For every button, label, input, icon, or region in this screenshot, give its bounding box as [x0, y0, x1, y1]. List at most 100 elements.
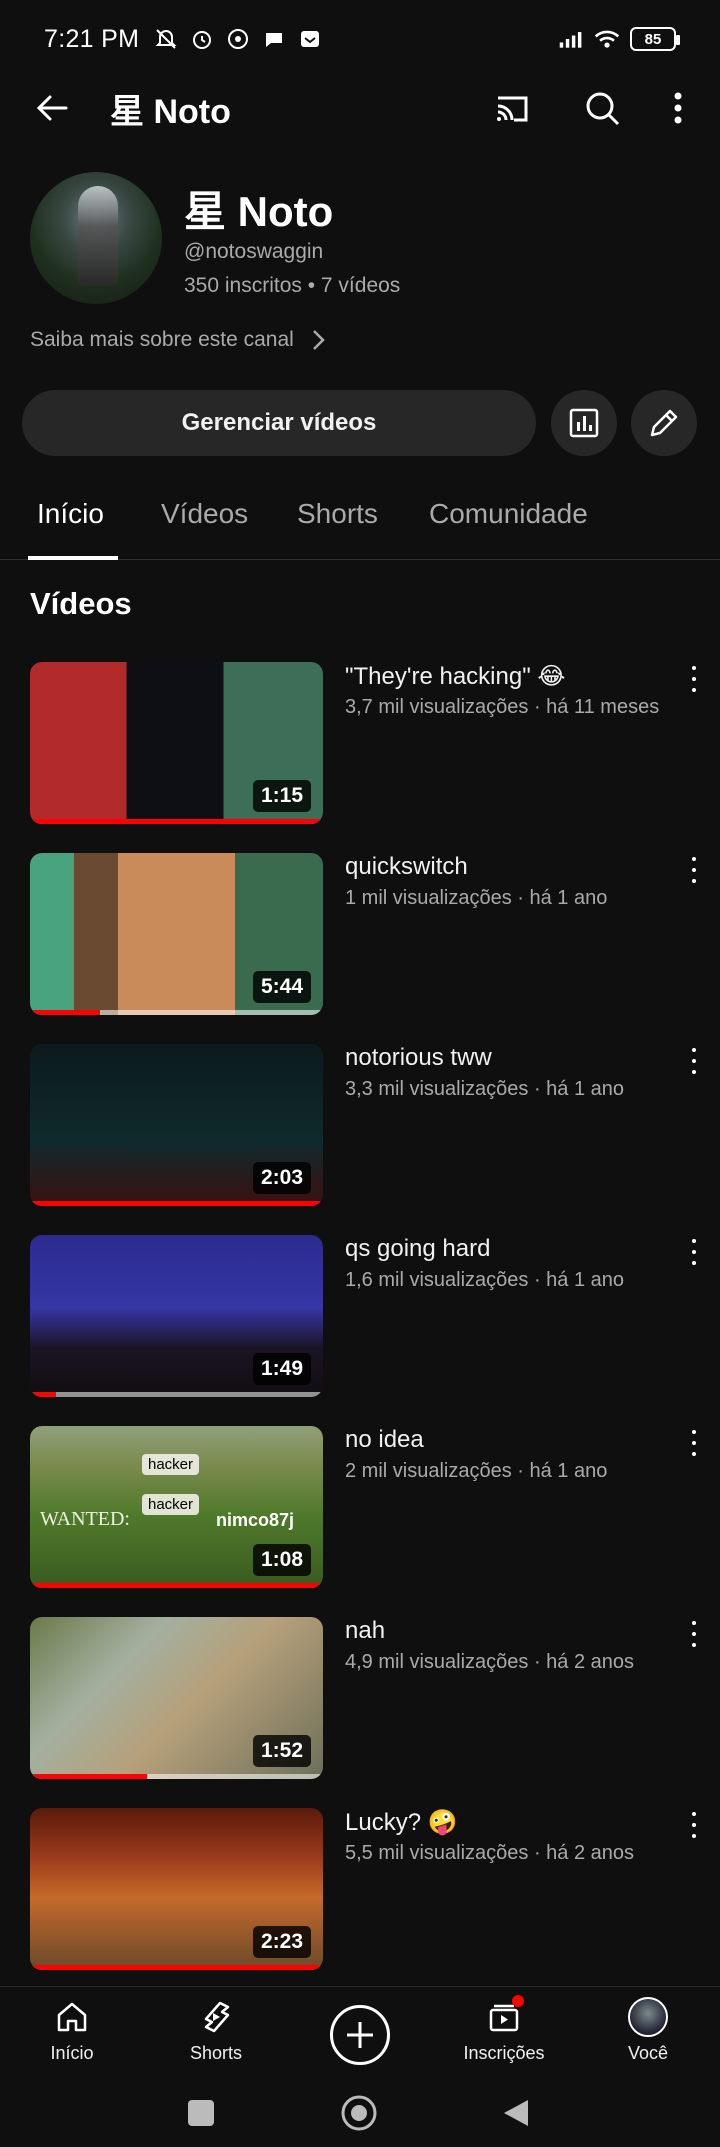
video-thumbnail[interactable]: 1:15 [30, 662, 323, 824]
watch-progress-bar [30, 1583, 323, 1588]
channel-tabs: Início Vídeos Shorts Comunidade [0, 480, 720, 560]
shorts-icon [196, 1997, 236, 2037]
video-more-icon[interactable] [682, 1428, 706, 1458]
video-title[interactable]: nah [345, 1617, 385, 1645]
video-more-icon[interactable] [682, 1810, 706, 1840]
tab-inicio[interactable]: Início [37, 498, 104, 530]
mute-icon [153, 26, 179, 52]
plus-icon [347, 2022, 373, 2048]
tab-videos[interactable]: Vídeos [161, 498, 248, 530]
video-more-icon[interactable] [682, 664, 706, 694]
bottom-navigation: Início Shorts Inscrições Você [0, 1986, 720, 2080]
watch-progress-bar [30, 1010, 323, 1015]
back-triangle-icon[interactable] [502, 2098, 530, 2133]
search-icon[interactable] [582, 88, 622, 128]
tab-comunidade[interactable]: Comunidade [429, 498, 588, 530]
analytics-icon [569, 408, 599, 438]
video-more-icon[interactable] [682, 855, 706, 885]
video-duration: 1:08 [252, 1544, 311, 1576]
subscriptions-icon [484, 1995, 524, 2037]
video-item[interactable]: 2:23 Lucky? 🤪 5,5 mil visualizações · há… [0, 1808, 720, 1972]
watch-progress-bar [30, 1392, 323, 1397]
channel-handle: @notoswaggin [184, 240, 324, 263]
inbox-icon [297, 26, 323, 52]
system-navigation-bar [0, 2080, 720, 2147]
video-item[interactable]: hacker hacker WANTED: nimco87j 1:08 no i… [0, 1426, 720, 1590]
wifi-icon [594, 26, 620, 52]
home-circle-icon[interactable] [340, 2094, 378, 2137]
video-title[interactable]: qs going hard [345, 1235, 490, 1263]
video-meta: 4,9 mil visualizações · há 2 anos [345, 1651, 635, 1673]
analytics-button[interactable] [551, 390, 617, 456]
video-thumbnail[interactable]: hacker hacker WANTED: nimco87j 1:08 [30, 1426, 323, 1588]
nav-you[interactable]: Você [588, 1997, 708, 2064]
nav-subscriptions[interactable]: Inscrições [444, 1995, 564, 2064]
video-more-icon[interactable] [682, 1046, 706, 1076]
battery-indicator: 85 [630, 27, 680, 51]
back-arrow-icon[interactable] [32, 88, 72, 128]
thumb-label: hacker [142, 1454, 200, 1475]
channel-about-link[interactable]: Saiba mais sobre este canal [30, 328, 326, 352]
video-more-icon[interactable] [682, 1237, 706, 1267]
video-title[interactable]: Lucky? 🤪 [345, 1808, 458, 1837]
video-duration: 2:23 [252, 1926, 311, 1958]
thumb-nickname: nimco87j [216, 1510, 295, 1530]
video-duration: 1:15 [252, 780, 311, 812]
nav-shorts-label: Shorts [189, 2043, 243, 2063]
video-meta: 2 mil visualizações · há 1 ano [345, 1460, 608, 1482]
video-item[interactable]: 2:03 notorious tww 3,3 mil visualizações… [0, 1044, 720, 1208]
video-item[interactable]: 5:44 quickswitch 1 mil visualizações · h… [0, 853, 720, 1017]
channel-avatar[interactable] [30, 172, 162, 304]
video-duration: 1:52 [252, 1735, 311, 1767]
video-meta: 3,3 mil visualizações · há 1 ano [345, 1078, 625, 1100]
active-tab-indicator [28, 556, 118, 560]
nav-you-label: Você [627, 2043, 669, 2063]
section-title: Vídeos [30, 586, 132, 621]
video-meta: 3,7 mil visualizações · há 11 meses [345, 696, 660, 718]
video-meta: 5,5 mil visualizações · há 2 anos [345, 1842, 635, 1864]
cast-icon[interactable] [492, 88, 532, 128]
video-item[interactable]: 1:52 nah 4,9 mil visualizações · há 2 an… [0, 1617, 720, 1781]
video-item[interactable]: 1:15 "They're hacking" 😂 3,7 mil visuali… [0, 662, 720, 826]
alarm-icon [189, 26, 215, 52]
video-item[interactable]: 1:49 qs going hard 1,6 mil visualizações… [0, 1235, 720, 1399]
page-title: 星 Noto [110, 93, 231, 131]
create-button[interactable] [330, 2005, 390, 2065]
nav-subscriptions-label: Inscrições [463, 2043, 545, 2063]
chat-icon [261, 26, 287, 52]
manage-videos-button[interactable]: Gerenciar vídeos [22, 390, 536, 456]
watch-progress-bar [30, 819, 323, 824]
video-duration: 2:03 [252, 1162, 311, 1194]
video-thumbnail[interactable]: 1:52 [30, 1617, 323, 1779]
signal-icon [558, 26, 584, 52]
tab-shorts[interactable]: Shorts [297, 498, 378, 530]
video-thumbnail[interactable]: 1:49 [30, 1235, 323, 1397]
video-thumbnail[interactable]: 5:44 [30, 853, 323, 1015]
recents-icon[interactable] [186, 2098, 216, 2133]
chevron-right-icon [312, 330, 325, 350]
video-thumbnail[interactable]: 2:23 [30, 1808, 323, 1970]
thumb-label: hacker [142, 1494, 200, 1515]
channel-about-label: Saiba mais sobre este canal [30, 328, 294, 351]
channel-name: 星 Noto [184, 188, 334, 235]
avatar [628, 1997, 668, 2037]
thumb-wanted-label: WANTED: [40, 1508, 130, 1530]
home-icon [52, 1997, 92, 2037]
pencil-icon [650, 409, 678, 437]
video-title[interactable]: quickswitch [345, 853, 468, 881]
edit-channel-button[interactable] [631, 390, 697, 456]
video-title[interactable]: "They're hacking" 😂 [345, 662, 565, 691]
more-vertical-icon[interactable] [660, 88, 696, 128]
channel-stats: 350 inscritos • 7 vídeos [184, 274, 401, 297]
nav-shorts[interactable]: Shorts [156, 1997, 276, 2064]
nav-home-label: Início [50, 2043, 94, 2063]
video-title[interactable]: notorious tww [345, 1044, 492, 1072]
video-meta: 1,6 mil visualizações · há 1 ano [345, 1269, 625, 1291]
notification-dot [512, 1995, 524, 2007]
video-more-icon[interactable] [682, 1619, 706, 1649]
nav-home[interactable]: Início [12, 1997, 132, 2064]
whatsapp-icon [225, 26, 251, 52]
video-thumbnail[interactable]: 2:03 [30, 1044, 323, 1206]
watch-progress-bar [30, 1201, 323, 1206]
video-title[interactable]: no idea [345, 1426, 424, 1454]
